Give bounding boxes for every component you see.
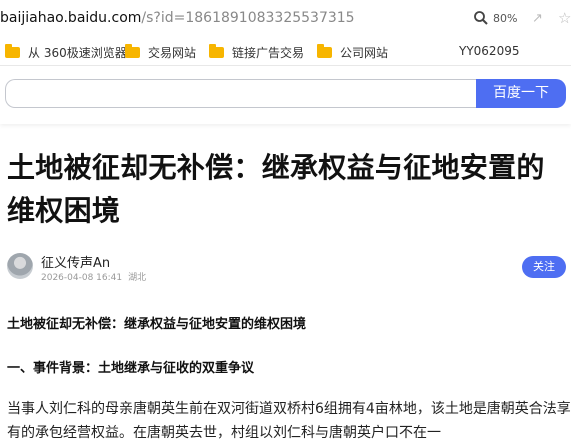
author-name[interactable]: 征义传声An bbox=[41, 252, 110, 271]
bookmark-extra[interactable]: YY062095 bbox=[459, 44, 519, 58]
address-bar[interactable]: baijiahao.baidu.com/s?id=186189108332553… bbox=[0, 0, 571, 39]
bookmark-item[interactable]: 交易网站 bbox=[125, 44, 196, 61]
folder-icon bbox=[317, 44, 332, 58]
follow-button[interactable]: 关注 bbox=[522, 256, 566, 278]
zoom-level[interactable]: 80% bbox=[493, 12, 517, 25]
url-text[interactable]: baijiahao.baidu.com/s?id=186189108332553… bbox=[0, 10, 355, 26]
folder-icon bbox=[209, 44, 224, 58]
share-icon[interactable]: ↗ bbox=[532, 11, 543, 26]
bookmark-item[interactable]: 链接广告交易 bbox=[209, 44, 304, 61]
bookmark-item[interactable]: 从 360极速浏览器 bbox=[5, 44, 127, 61]
article-meta: 2026-04-08 16:41 湖北 bbox=[41, 270, 146, 283]
location: 湖北 bbox=[128, 273, 147, 283]
search-area: 百度一下 bbox=[0, 66, 571, 124]
url-path: /s?id=1861891083325537315 bbox=[141, 10, 355, 26]
section-heading: 一、事件背景：土地继承与征收的双重争议 bbox=[7, 361, 255, 376]
folder-icon bbox=[5, 44, 20, 58]
bookmark-item[interactable]: 公司网站 bbox=[317, 44, 388, 61]
bookmarks-bar: 从 360极速浏览器 交易网站 链接广告交易 公司网站 YY062095 bbox=[0, 39, 571, 66]
folder-icon bbox=[125, 44, 140, 58]
avatar[interactable] bbox=[7, 253, 33, 279]
article-paragraph: 当事人刘仁科的母亲唐朝英生前在双河街道双桥村6组拥有4亩林地，该土地是唐朝英合法… bbox=[7, 401, 571, 441]
star-icon[interactable]: ☆ bbox=[558, 9, 571, 27]
article-title: 土地被征却无补偿：继承权益与征地安置的维权困境 bbox=[7, 151, 545, 227]
zoom-icon[interactable] bbox=[473, 10, 489, 26]
article-subtitle: 土地被征却无补偿：继承权益与征地安置的维权困境 bbox=[7, 317, 307, 332]
search-input[interactable] bbox=[5, 79, 477, 108]
publish-date: 2026-04-08 16:41 bbox=[41, 273, 123, 283]
url-host: baijiahao.baidu.com bbox=[0, 10, 142, 26]
search-button[interactable]: 百度一下 bbox=[476, 79, 566, 108]
